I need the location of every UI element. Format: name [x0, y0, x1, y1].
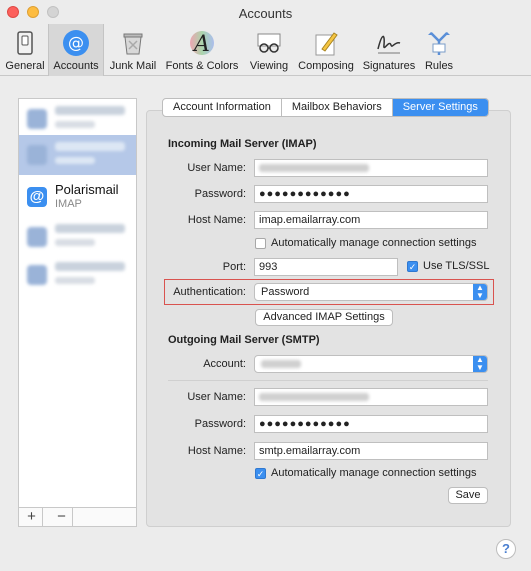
- authentication-value: Password: [261, 286, 310, 298]
- incoming-password-field[interactable]: ●●●●●●●●●●●●: [254, 185, 488, 203]
- add-account-button[interactable]: +: [21, 508, 43, 526]
- redacted-value: [259, 164, 369, 172]
- toolbar-general[interactable]: General: [2, 24, 48, 76]
- account-icon: [27, 145, 47, 165]
- account-type-redacted: [55, 239, 95, 246]
- pencil-notepad-icon: [315, 32, 338, 56]
- account-type-redacted: [55, 277, 95, 284]
- incoming-user-name-label: User Name:: [187, 162, 246, 174]
- general-switch-icon: [17, 31, 33, 55]
- redacted-value: [261, 360, 301, 368]
- authentication-select[interactable]: Password ▲ ▼: [254, 283, 488, 301]
- incoming-heading: Incoming Mail Server (IMAP): [168, 138, 317, 150]
- outgoing-heading: Outgoing Mail Server (SMTP): [168, 334, 320, 346]
- port-field[interactable]: 993: [254, 258, 398, 276]
- at-sign-icon: @: [63, 30, 89, 56]
- tab-server-settings[interactable]: Server Settings: [392, 99, 488, 116]
- settings-tabs: Account Information Mailbox Behaviors Se…: [162, 98, 489, 117]
- tab-mailbox-behaviors[interactable]: Mailbox Behaviors: [282, 99, 393, 116]
- select-arrows-icon: ▲ ▼: [473, 284, 487, 300]
- account-row[interactable]: [19, 99, 136, 139]
- account-row[interactable]: [19, 135, 136, 175]
- svg-text:@: @: [68, 33, 84, 52]
- save-button[interactable]: Save: [448, 487, 488, 504]
- advanced-imap-settings-button[interactable]: Advanced IMAP Settings: [255, 309, 393, 326]
- outgoing-user-name-label: User Name:: [187, 391, 246, 403]
- outgoing-auto-manage-checkbox[interactable]: ✓: [255, 468, 266, 479]
- account-row[interactable]: [19, 217, 136, 257]
- outgoing-password-label: Password:: [194, 418, 246, 430]
- glasses-icon: [257, 33, 281, 53]
- accounts-list-footer: + −: [18, 507, 137, 527]
- use-tls-label: Use TLS/SSL: [423, 260, 490, 272]
- at-sign-icon: @: [27, 187, 47, 207]
- window-title: Accounts: [238, 6, 293, 21]
- account-row[interactable]: [19, 255, 136, 295]
- tab-account-information[interactable]: Account Information: [163, 99, 282, 116]
- font-a-icon: A: [190, 31, 214, 57]
- toolbar-fonts-colors[interactable]: A Fonts & Colors: [162, 24, 242, 76]
- toolbar-signatures[interactable]: Signatures: [358, 24, 420, 76]
- toolbar-signatures-label: Signatures: [362, 60, 416, 72]
- port-label: Port:: [222, 261, 246, 273]
- rules-arrows-icon: [428, 32, 450, 55]
- toolbar-composing-label: Composing: [298, 60, 354, 72]
- account-icon: [27, 227, 47, 247]
- outgoing-divider: [168, 380, 488, 381]
- toolbar-junk-mail[interactable]: Junk Mail: [105, 24, 161, 76]
- outgoing-account-select[interactable]: ▲ ▼: [254, 355, 488, 373]
- preferences-toolbar: General @ Accounts Junk Mail A Fonts & C: [0, 24, 531, 76]
- signature-icon: [377, 35, 401, 54]
- incoming-auto-manage-checkbox[interactable]: [255, 238, 266, 249]
- account-name-redacted: [55, 224, 125, 233]
- account-row-polarismail[interactable]: @ Polarismail IMAP: [19, 177, 136, 217]
- authentication-label: Authentication:: [173, 286, 246, 298]
- account-name-redacted: [55, 142, 125, 151]
- accounts-list: @ Polarismail IMAP: [18, 98, 137, 527]
- toolbar-accounts[interactable]: @ Accounts: [48, 24, 104, 76]
- account-name-redacted: [55, 262, 125, 271]
- incoming-host-name-label: Host Name:: [187, 214, 246, 226]
- toolbar-rules[interactable]: Rules: [420, 24, 458, 76]
- trash-can-icon: [123, 33, 143, 55]
- incoming-host-name-field[interactable]: imap.emailarray.com: [254, 211, 488, 229]
- incoming-user-name-field[interactable]: [254, 159, 488, 177]
- account-type: IMAP: [55, 198, 82, 210]
- outgoing-host-name-label: Host Name:: [187, 445, 246, 457]
- account-name: Polarismail: [55, 182, 119, 197]
- remove-account-button[interactable]: −: [51, 508, 73, 526]
- accounts-window: Accounts General @ Accounts Junk Mail A …: [0, 0, 531, 571]
- account-icon: [27, 265, 47, 285]
- toolbar-accounts-label: Accounts: [53, 60, 99, 72]
- account-type-redacted: [55, 121, 95, 128]
- toolbar-rules-label: Rules: [424, 60, 454, 72]
- toolbar-general-label: General: [5, 60, 45, 72]
- select-arrows-icon: ▲ ▼: [473, 356, 487, 372]
- incoming-password-label: Password:: [194, 188, 246, 200]
- account-icon: [27, 109, 47, 129]
- outgoing-password-field[interactable]: ●●●●●●●●●●●●: [254, 415, 488, 433]
- account-name-redacted: [55, 106, 125, 115]
- incoming-auto-manage-label: Automatically manage connection settings: [271, 237, 477, 249]
- help-button[interactable]: ?: [496, 539, 516, 559]
- outgoing-auto-manage-label: Automatically manage connection settings: [271, 467, 477, 479]
- toolbar-fonts-colors-label: Fonts & Colors: [165, 60, 239, 72]
- toolbar-viewing[interactable]: Viewing: [244, 24, 294, 76]
- use-tls-checkbox[interactable]: ✓: [407, 261, 418, 272]
- toolbar-viewing-label: Viewing: [249, 60, 289, 72]
- toolbar-junk-mail-label: Junk Mail: [109, 60, 157, 72]
- account-type-redacted: [55, 157, 95, 164]
- title-bar: Accounts: [0, 0, 531, 24]
- toolbar-composing[interactable]: Composing: [295, 24, 357, 76]
- svg-text:A: A: [192, 32, 210, 57]
- outgoing-account-label: Account:: [203, 358, 246, 370]
- outgoing-user-name-field[interactable]: [254, 388, 488, 406]
- redacted-value: [259, 393, 369, 401]
- outgoing-host-name-field[interactable]: smtp.emailarray.com: [254, 442, 488, 460]
